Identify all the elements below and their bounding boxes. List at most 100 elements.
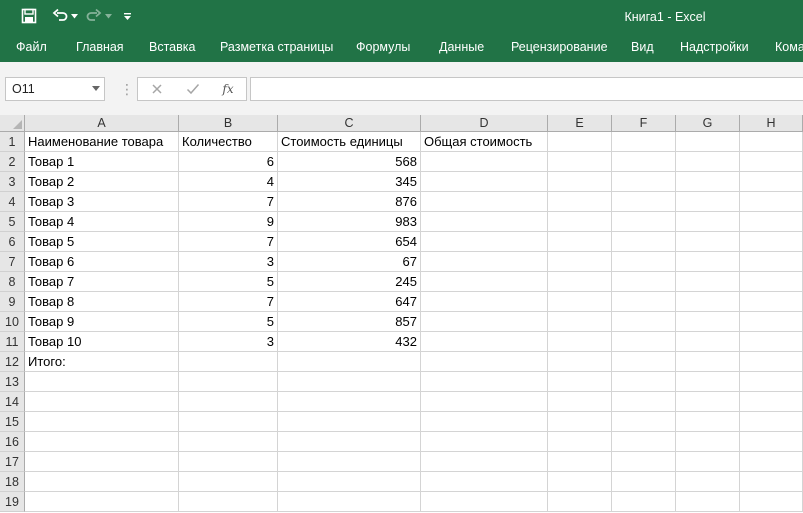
- cell[interactable]: [740, 332, 803, 352]
- cell[interactable]: [740, 372, 803, 392]
- row-header[interactable]: 10: [0, 312, 25, 332]
- row-header[interactable]: 2: [0, 152, 25, 172]
- cell[interactable]: 3: [179, 332, 278, 352]
- cell[interactable]: [740, 472, 803, 492]
- cell[interactable]: [740, 232, 803, 252]
- cell[interactable]: [676, 352, 740, 372]
- row-header[interactable]: 1: [0, 132, 25, 152]
- cell[interactable]: [676, 472, 740, 492]
- cell[interactable]: [612, 152, 676, 172]
- cell[interactable]: 647: [278, 292, 421, 312]
- cell[interactable]: [179, 472, 278, 492]
- cell[interactable]: [548, 272, 612, 292]
- row-header[interactable]: 19: [0, 492, 25, 512]
- cell[interactable]: Товар 8: [25, 292, 179, 312]
- cell[interactable]: [421, 352, 548, 372]
- cell[interactable]: [612, 452, 676, 472]
- cell[interactable]: [740, 412, 803, 432]
- cell[interactable]: [740, 152, 803, 172]
- cell[interactable]: [421, 372, 548, 392]
- row-header[interactable]: 18: [0, 472, 25, 492]
- cell[interactable]: [612, 412, 676, 432]
- cell[interactable]: 7: [179, 192, 278, 212]
- column-header-g[interactable]: G: [676, 115, 740, 132]
- cell[interactable]: 4: [179, 172, 278, 192]
- cell[interactable]: [278, 472, 421, 492]
- cell[interactable]: [421, 172, 548, 192]
- row-header[interactable]: 16: [0, 432, 25, 452]
- cell[interactable]: 7: [179, 292, 278, 312]
- tab-review[interactable]: Рецензирование: [511, 32, 608, 62]
- save-icon[interactable]: [18, 5, 40, 27]
- cell[interactable]: [278, 372, 421, 392]
- cell[interactable]: [421, 152, 548, 172]
- cell[interactable]: [421, 452, 548, 472]
- column-header-d[interactable]: D: [421, 115, 548, 132]
- cell[interactable]: [740, 452, 803, 472]
- cell[interactable]: [278, 392, 421, 412]
- cell[interactable]: [548, 312, 612, 332]
- row-header[interactable]: 13: [0, 372, 25, 392]
- cell[interactable]: [740, 432, 803, 452]
- cell[interactable]: [179, 372, 278, 392]
- row-header[interactable]: 6: [0, 232, 25, 252]
- cell[interactable]: [278, 452, 421, 472]
- cell[interactable]: [421, 332, 548, 352]
- cell[interactable]: [612, 392, 676, 412]
- cell[interactable]: [740, 212, 803, 232]
- select-all-button[interactable]: [0, 115, 25, 132]
- cell[interactable]: Товар 7: [25, 272, 179, 292]
- cell[interactable]: [179, 412, 278, 432]
- cell[interactable]: [676, 212, 740, 232]
- cell[interactable]: [612, 232, 676, 252]
- cell[interactable]: [612, 432, 676, 452]
- cell[interactable]: [740, 132, 803, 152]
- name-box-dropdown-icon[interactable]: [92, 86, 100, 91]
- cell[interactable]: [548, 292, 612, 312]
- cell[interactable]: [25, 452, 179, 472]
- cell[interactable]: [179, 432, 278, 452]
- cell[interactable]: [25, 492, 179, 512]
- cell[interactable]: [548, 152, 612, 172]
- cell[interactable]: [548, 452, 612, 472]
- confirm-icon[interactable]: [182, 80, 204, 98]
- cell[interactable]: [548, 212, 612, 232]
- cell[interactable]: [179, 492, 278, 512]
- column-header-f[interactable]: F: [612, 115, 676, 132]
- row-header[interactable]: 15: [0, 412, 25, 432]
- cell[interactable]: [548, 472, 612, 492]
- tab-page-layout[interactable]: Разметка страницы: [220, 32, 333, 62]
- cell[interactable]: [548, 372, 612, 392]
- cell[interactable]: Товар 10: [25, 332, 179, 352]
- cell[interactable]: [676, 452, 740, 472]
- cell[interactable]: 5: [179, 312, 278, 332]
- cell[interactable]: [612, 352, 676, 372]
- cell[interactable]: [676, 432, 740, 452]
- column-header-h[interactable]: H: [740, 115, 803, 132]
- cell[interactable]: [612, 332, 676, 352]
- cell[interactable]: [421, 192, 548, 212]
- cell[interactable]: [548, 352, 612, 372]
- cell[interactable]: [278, 492, 421, 512]
- row-header[interactable]: 14: [0, 392, 25, 412]
- cell[interactable]: Товар 3: [25, 192, 179, 212]
- cell[interactable]: 568: [278, 152, 421, 172]
- cell[interactable]: [179, 352, 278, 372]
- cell[interactable]: [612, 212, 676, 232]
- cancel-icon[interactable]: [146, 80, 168, 98]
- cell[interactable]: 245: [278, 272, 421, 292]
- tab-commands[interactable]: Кома: [775, 32, 803, 62]
- tab-formulas[interactable]: Формулы: [356, 32, 410, 62]
- cell[interactable]: 9: [179, 212, 278, 232]
- cell[interactable]: [548, 192, 612, 212]
- cell[interactable]: [548, 492, 612, 512]
- cell[interactable]: [421, 212, 548, 232]
- cell[interactable]: 345: [278, 172, 421, 192]
- cell[interactable]: [740, 352, 803, 372]
- cell[interactable]: [421, 492, 548, 512]
- row-header[interactable]: 7: [0, 252, 25, 272]
- cell[interactable]: [676, 172, 740, 192]
- cell[interactable]: Товар 9: [25, 312, 179, 332]
- cell[interactable]: [421, 252, 548, 272]
- row-header[interactable]: 3: [0, 172, 25, 192]
